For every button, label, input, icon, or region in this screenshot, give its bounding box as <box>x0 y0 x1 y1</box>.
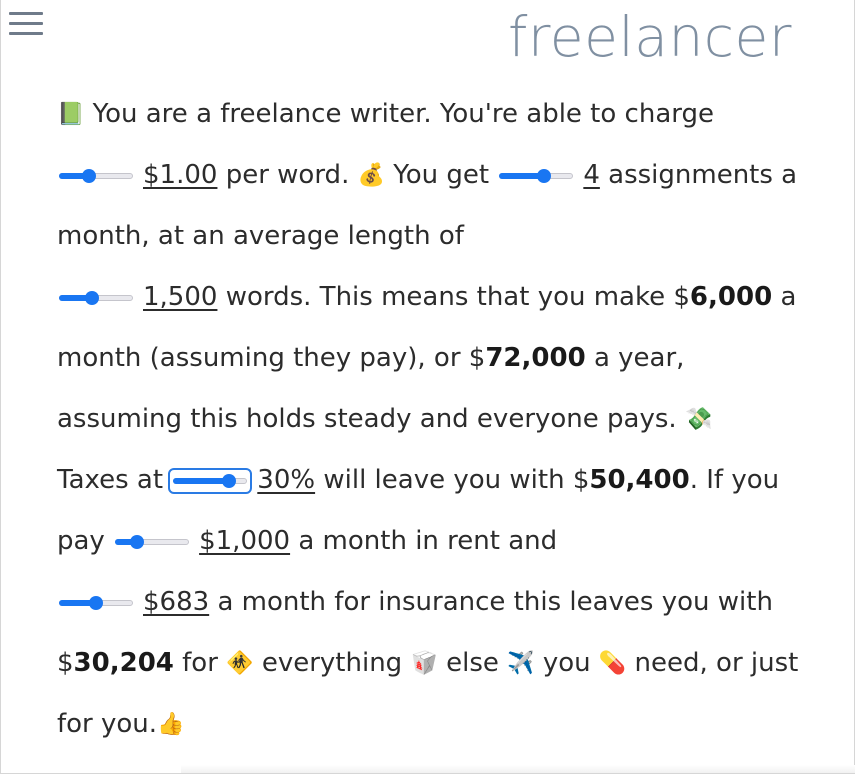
words-text: words. This means that you make $ <box>225 282 690 312</box>
assignments-slider[interactable] <box>497 166 575 186</box>
you-text: you <box>542 648 591 678</box>
length-slider[interactable] <box>57 288 135 308</box>
rate-value[interactable]: $1.00 <box>143 160 217 190</box>
app-page: freelancer 📗 You are a freelance writer.… <box>0 0 855 774</box>
for-text: for <box>182 648 218 678</box>
yearly-income: 72,000 <box>485 343 586 373</box>
you-get-text: You get <box>393 160 490 190</box>
money-bag-icon: 💰 <box>357 163 386 188</box>
length-value[interactable]: 1,500 <box>143 282 217 312</box>
remaining-income: 30,204 <box>73 648 174 678</box>
assignments-value[interactable]: 4 <box>583 160 600 190</box>
else-text: else <box>446 648 499 678</box>
children-crossing-icon: 🚸 <box>226 651 254 676</box>
rent-value[interactable]: $1,000 <box>199 526 290 556</box>
after-tax-income: 50,400 <box>589 465 690 495</box>
takeout-box-icon: 🥡 <box>410 651 438 676</box>
intro-text: You are a freelance writer. You're able … <box>92 99 714 129</box>
tax-rate-value[interactable]: 30% <box>257 465 315 495</box>
per-word-text: per word. <box>225 160 350 190</box>
everything-text: everything <box>261 648 403 678</box>
airplane-icon: ✈️ <box>507 651 535 676</box>
story-paragraph: 📗 You are a freelance writer. You're abl… <box>57 84 817 755</box>
thumbs-up-icon: 👍 <box>157 712 185 737</box>
rate-slider[interactable] <box>57 166 135 186</box>
tax-after-text: will leave you with $ <box>323 465 590 495</box>
money-with-wings-icon: 💸 <box>684 407 713 432</box>
insurance-value[interactable]: $683 <box>143 587 209 617</box>
brand-title: freelancer <box>508 5 792 69</box>
tax-rate-slider[interactable] <box>168 467 253 494</box>
bottom-shadow <box>181 765 855 773</box>
green-book-icon: 📗 <box>57 102 85 127</box>
taxes-text: Taxes at <box>57 465 164 495</box>
rent-slider[interactable] <box>113 532 191 552</box>
pill-icon: 💊 <box>598 651 627 676</box>
insurance-slider[interactable] <box>57 593 135 613</box>
rent-after-text: a month in rent and <box>298 526 558 556</box>
monthly-income: 6,000 <box>689 282 773 312</box>
hamburger-menu-icon[interactable] <box>9 12 43 42</box>
